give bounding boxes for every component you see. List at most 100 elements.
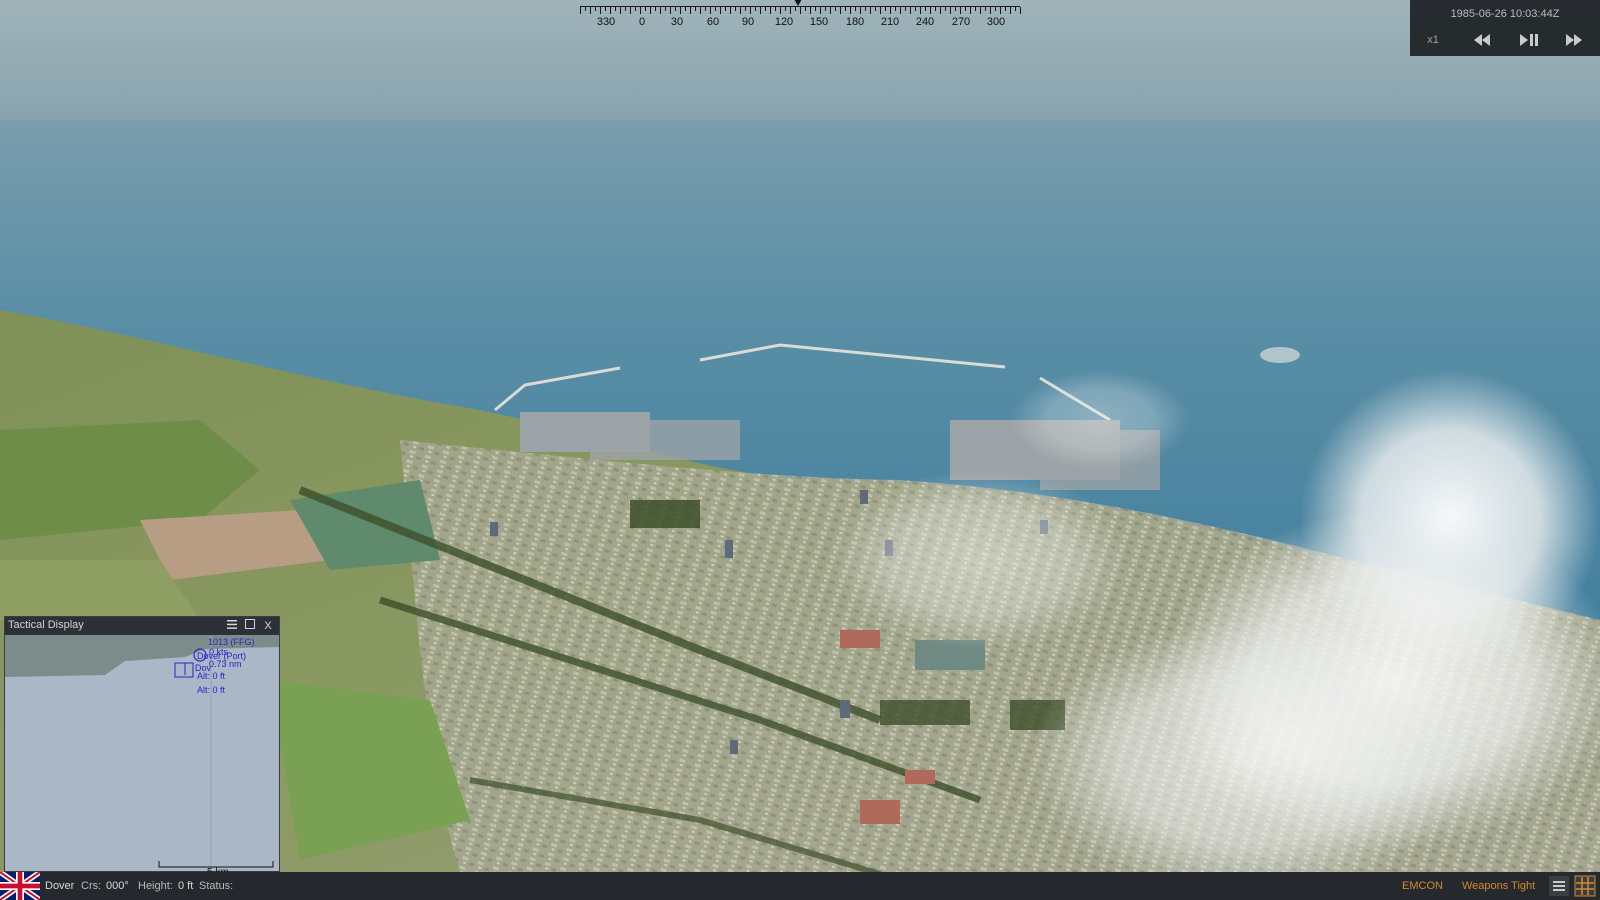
- compass-tick: [775, 7, 776, 11]
- compass-tick: [740, 7, 741, 14]
- compass-tick: [720, 7, 721, 14]
- compass-tick: [990, 7, 991, 14]
- compass-tick: [910, 7, 911, 14]
- compass-tick: [700, 7, 701, 14]
- altitude-label: Alt: 0 ft: [197, 685, 226, 695]
- compass-tick: [820, 7, 821, 14]
- tactical-display-titlebar[interactable]: Tactical Display X: [5, 617, 279, 635]
- compass-tick: [620, 7, 621, 14]
- compass-tick: [920, 7, 921, 14]
- weapons-state-button[interactable]: Weapons Tight: [1462, 880, 1535, 892]
- compass-tick: [685, 7, 686, 11]
- selected-unit-name[interactable]: Dover: [45, 880, 74, 892]
- altitude-label: Alt: 0 ft: [197, 671, 226, 681]
- compass-tick: [1000, 7, 1001, 14]
- compass-tick: [670, 7, 671, 14]
- compass-tick: [960, 7, 961, 14]
- compass-tick: [800, 7, 801, 14]
- range-label: 0.73 nm: [209, 659, 242, 669]
- compass-tick: [675, 7, 676, 11]
- compass-tick: [865, 7, 866, 11]
- compass-label: 30: [670, 16, 684, 28]
- compass-tick: [765, 7, 766, 11]
- compass-tick: [760, 7, 761, 14]
- compass-tick: [970, 7, 971, 14]
- compass-tick: [815, 7, 816, 11]
- compass-tick: [905, 7, 906, 11]
- compass-tick: [1010, 7, 1011, 14]
- course-label: Crs:: [81, 880, 102, 892]
- compass-tick: [870, 7, 871, 14]
- compass-label: 240: [915, 16, 935, 28]
- compass-tick: [955, 7, 956, 11]
- tactical-map-graphics: [5, 635, 279, 871]
- compass-tick: [645, 7, 646, 11]
- grid-icon[interactable]: [1574, 875, 1596, 897]
- list-icon[interactable]: [1548, 875, 1570, 897]
- tactical-map[interactable]: 1013 (FFG) 0 kts Dover (Port) 0.73 nm Do…: [5, 635, 279, 878]
- compass-tick: [850, 7, 851, 14]
- compass-tick: [640, 7, 641, 14]
- compass-tick: [835, 7, 836, 11]
- compass-tick: [625, 7, 626, 11]
- compass-tick: [600, 7, 601, 14]
- compass-tick: [810, 7, 811, 14]
- menu-icon: [227, 620, 237, 629]
- height-label: Height:: [138, 880, 173, 892]
- compass-tick: [635, 7, 636, 11]
- compass-tick: [880, 7, 881, 14]
- emcon-button[interactable]: EMCON: [1402, 880, 1443, 892]
- close-button[interactable]: X: [261, 619, 275, 633]
- compass-tick: [1005, 7, 1006, 11]
- maximize-button[interactable]: [243, 619, 257, 633]
- compass-tick: [660, 7, 661, 14]
- compass-tick: [825, 7, 826, 11]
- compass-tick: [725, 7, 726, 11]
- compass-label: 0: [638, 16, 646, 28]
- compass-tick: [585, 7, 586, 11]
- compass-tick: [730, 7, 731, 14]
- compass-tick: [915, 7, 916, 11]
- fast-forward-button[interactable]: [1554, 28, 1594, 52]
- compass-tick: [1020, 7, 1021, 14]
- time-control-panel: 1985-06-26 10:03:44Z x1: [1410, 0, 1600, 56]
- compass-tick: [770, 7, 771, 14]
- compass-label: 150: [809, 16, 829, 28]
- compass-tick: [755, 7, 756, 11]
- course-value: 000°: [106, 880, 129, 892]
- status-label: Status:: [199, 880, 234, 892]
- compass-tick: [630, 7, 631, 14]
- play-pause-icon: [1520, 34, 1538, 46]
- compass-tick: [900, 7, 901, 14]
- rewind-icon: [1474, 34, 1490, 46]
- compass-tick: [650, 7, 651, 14]
- compass-tick: [950, 7, 951, 14]
- rewind-button[interactable]: [1462, 28, 1502, 52]
- menu-button[interactable]: [225, 619, 239, 633]
- compass-tick: [980, 7, 981, 14]
- compass-tick: [805, 7, 806, 11]
- compass-tick: [995, 7, 996, 11]
- scenario-datetime: 1985-06-26 10:03:44Z: [1450, 8, 1560, 20]
- tactical-display-window[interactable]: Tactical Display X 1013 (FFG) 0 kts Dove…: [4, 616, 280, 878]
- compass-tick: [595, 7, 596, 11]
- unit-label: 1013 (FFG): [208, 637, 255, 647]
- compass-tick: [695, 7, 696, 11]
- time-speed-button[interactable]: x1: [1416, 28, 1450, 52]
- compass-tick: [845, 7, 846, 11]
- compass-tick: [895, 7, 896, 11]
- heading-pointer-icon: [794, 0, 802, 6]
- compass-tick: [860, 7, 861, 14]
- compass-tick: [985, 7, 986, 11]
- compass-tick: [710, 7, 711, 14]
- compass-tick: [975, 7, 976, 11]
- compass-tick: [790, 7, 791, 14]
- compass-tick: [1015, 7, 1016, 11]
- compass-label: 120: [774, 16, 794, 28]
- play-pause-button[interactable]: [1508, 28, 1548, 52]
- compass-label: 90: [741, 16, 755, 28]
- compass-label: 330: [596, 16, 616, 28]
- compass-label: 270: [951, 16, 971, 28]
- compass-tick: [780, 7, 781, 14]
- compass-tick: [890, 7, 891, 14]
